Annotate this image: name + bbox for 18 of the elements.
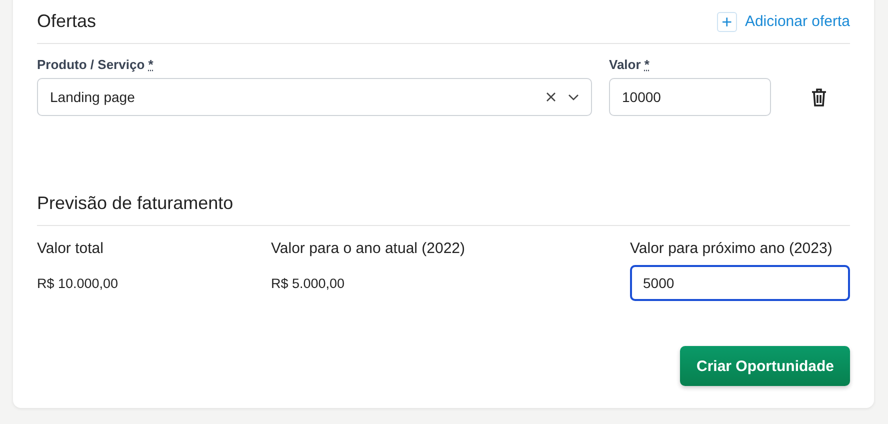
value-input[interactable]: 10000: [609, 78, 771, 116]
field-label: Produto / Serviço *: [37, 57, 154, 72]
create-opportunity-button[interactable]: Criar Oportunidade: [680, 346, 850, 386]
clear-icon[interactable]: [546, 92, 556, 102]
trash-icon[interactable]: [811, 88, 827, 107]
forecast-value: R$ 10.000,00: [37, 276, 120, 291]
product-select[interactable]: Landing page: [37, 78, 592, 116]
chevron-down-icon[interactable]: [568, 94, 579, 100]
forecast-input[interactable]: 5000: [630, 265, 850, 301]
plus-icon: +: [716, 12, 737, 32]
section-title: Previsão de faturamento: [37, 193, 234, 214]
forecast-value: R$ 5.000,00: [271, 276, 346, 291]
field-label: Valor *: [609, 57, 650, 72]
section-title: Ofertas: [37, 11, 96, 32]
forecast-label: Valor total: [37, 240, 104, 259]
forecast-label: Valor para o ano atual (2022): [271, 240, 466, 259]
forecast-label: Valor para próximo ano (2023): [630, 240, 834, 259]
add-offer-link[interactable]: + Adicionar oferta: [716, 12, 850, 32]
